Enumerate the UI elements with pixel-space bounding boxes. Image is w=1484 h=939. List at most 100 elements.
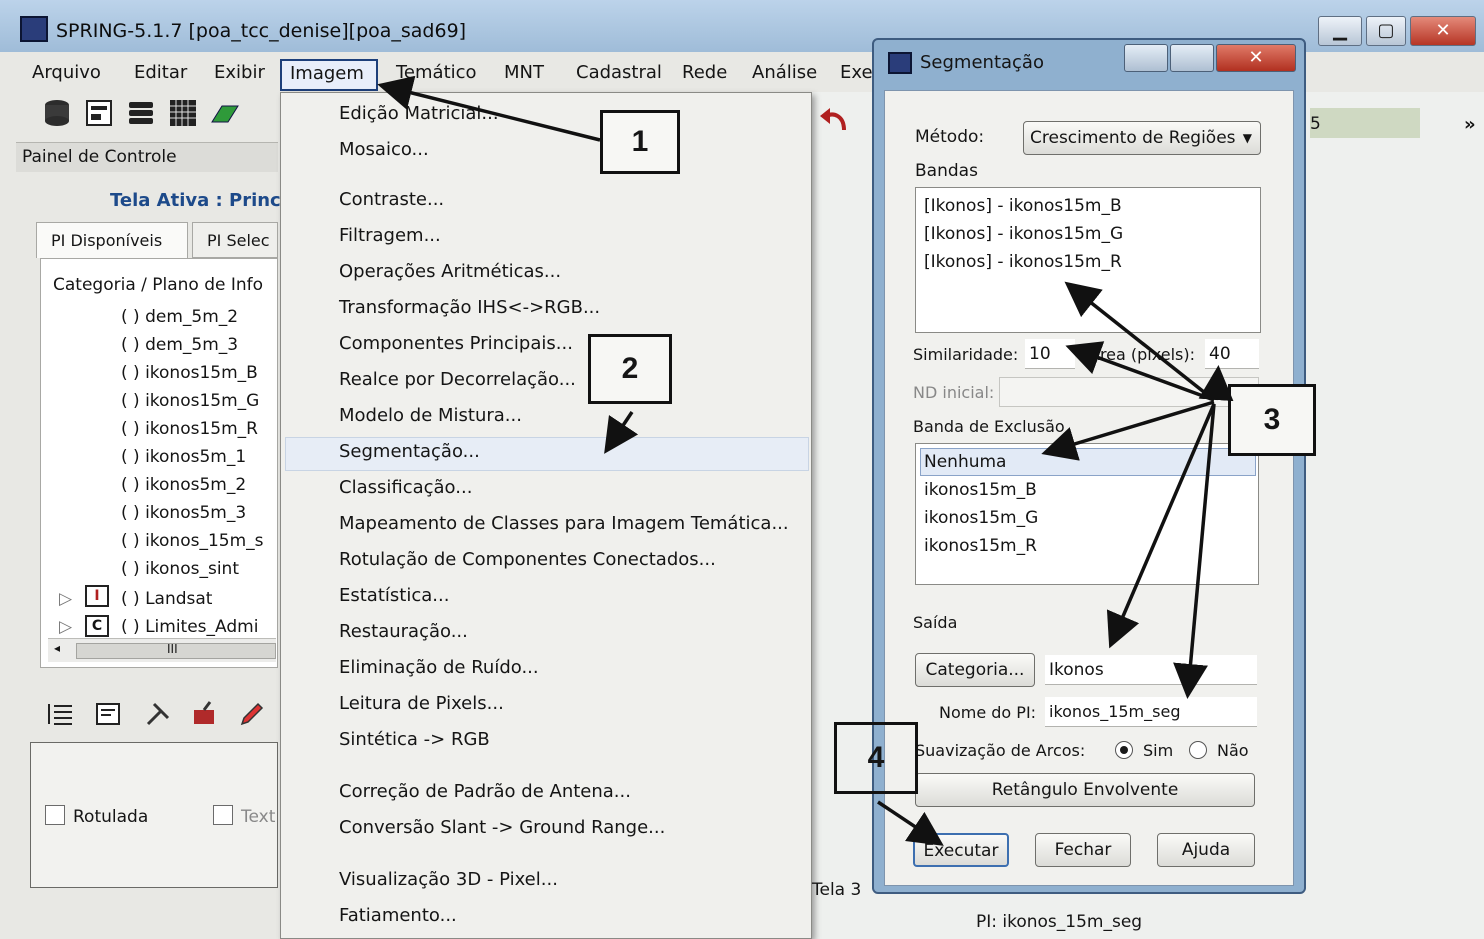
menu-rede[interactable]: Rede [682,62,727,83]
menu-item-contraste[interactable]: Contraste... [339,189,444,210]
menu-item-realce-decorrelacao[interactable]: Realce por Decorrelação... [339,369,576,390]
menu-exe[interactable]: Exe [840,62,873,83]
horizontal-scrollbar[interactable]: ◂ III [48,638,276,662]
menu-item-sintetica-rgb[interactable]: Sintética -> RGB [339,729,490,750]
dialog-minimize-button[interactable] [1124,44,1168,72]
menu-cadastral[interactable]: Cadastral [576,62,662,83]
area-label: Área (pixels): [1089,345,1195,364]
tree-item[interactable]: ( ) dem_5m_2 [121,307,238,327]
app-icon [20,16,48,42]
tree-category[interactable]: ( ) Limites_Admi [121,617,258,637]
list-item[interactable]: [Ikonos] - ikonos15m_R [924,252,1122,272]
list-icon[interactable] [46,700,74,728]
retangulo-envolvente-button[interactable]: Retângulo Envolvente [915,773,1255,807]
radio-nao[interactable] [1189,741,1207,759]
area-input[interactable]: 40 [1205,339,1259,369]
tree-category[interactable]: ( ) Landsat [121,589,212,609]
menu-item-edicao-matricial[interactable]: Edição Matricial... [339,103,499,124]
menu-item-conversao-slant[interactable]: Conversão Slant -> Ground Range... [339,817,665,838]
categoria-button[interactable]: Categoria... [915,653,1035,687]
tab-pi-selecionados[interactable]: PI Selec [192,222,278,258]
texto-checkbox[interactable] [213,805,233,825]
menu-mnt[interactable]: MNT [504,62,544,83]
grid-icon[interactable] [168,98,198,128]
screen-tab[interactable]: Tela 3 [812,880,861,900]
menu-tematico[interactable]: Temático [396,62,477,83]
list-item[interactable]: ikonos15m_R [924,536,1037,556]
tree-item[interactable]: ( ) dem_5m_3 [121,335,238,355]
tree-item[interactable]: ( ) ikonos15m_B [121,363,258,383]
undo-icon[interactable] [818,104,850,136]
toolbar-strip-value: 5 [1310,114,1321,134]
ajuda-button[interactable]: Ajuda [1157,833,1255,867]
dialog-close-button[interactable]: ✕ [1216,44,1296,72]
similaridade-input[interactable]: 10 [1025,339,1075,369]
dialog-maximize-button[interactable] [1170,44,1214,72]
list-item[interactable]: [Ikonos] - ikonos15m_B [924,196,1122,216]
list-item[interactable]: ikonos15m_B [924,480,1037,500]
executar-button[interactable]: Executar [913,833,1009,867]
tools-icon[interactable] [144,700,172,728]
metodo-select[interactable]: Crescimento de Regiões ▼ [1023,121,1261,155]
menu-editar[interactable]: Editar [134,62,187,83]
menu-item-mapeamento-classes[interactable]: Mapeamento de Classes para Imagem Temáti… [339,513,789,534]
menu-arquivo[interactable]: Arquivo [32,62,101,83]
menubar: Arquivo Editar Exibir Imagem Temático MN… [16,56,876,94]
project-icon[interactable] [84,98,114,128]
callout-3: 3 [1228,384,1316,456]
menu-item-eliminacao-ruido[interactable]: Eliminação de Ruído... [339,657,539,678]
maximize-button[interactable]: ▢ [1366,16,1406,46]
database-icon[interactable] [42,98,72,128]
menu-imagem[interactable]: Imagem [280,59,378,91]
menu-item-operacoes-aritmeticas[interactable]: Operações Aritméticas... [339,261,561,282]
plane-icon[interactable] [210,98,240,128]
scroll-left-icon[interactable]: ◂ [54,641,60,655]
tree-item[interactable]: ( ) ikonos_15m_s [121,531,264,551]
pencil-icon[interactable] [238,700,266,728]
menu-item-restauracao[interactable]: Restauração... [339,621,468,642]
tree-item[interactable]: ( ) ikonos15m_R [121,419,258,439]
menu-item-classificacao[interactable]: Classificação... [339,477,472,498]
expand-icon[interactable]: ▷ [59,617,72,637]
tab-pi-disponiveis[interactable]: PI Disponíveis [36,222,188,258]
menu-item-transformacao-ihs[interactable]: Transformação IHS<->RGB... [339,297,600,318]
menu-item-estatistica[interactable]: Estatística... [339,585,449,606]
tree-item[interactable]: ( ) ikonos5m_2 [121,475,246,495]
layers-icon[interactable] [126,98,156,128]
paint-icon[interactable] [190,700,218,728]
rotulada-checkbox[interactable] [45,805,65,825]
toolbar-overflow-icon[interactable]: » [1464,114,1476,135]
exclusao-label: Banda de Exclusão [913,417,1065,436]
menu-item-filtragem[interactable]: Filtragem... [339,225,441,246]
menu-item-componentes-principais[interactable]: Componentes Principais... [339,333,573,354]
menu-item-correcao-antena[interactable]: Correção de Padrão de Antena... [339,781,631,802]
close-button[interactable]: ✕ [1410,16,1476,46]
properties-icon[interactable] [94,700,122,728]
menu-item-mosaico[interactable]: Mosaico... [339,139,429,160]
tree-item[interactable]: ( ) ikonos_sint [121,559,239,579]
fechar-button[interactable]: Fechar [1035,833,1131,867]
toolbar-strip [1310,108,1420,138]
tree-item[interactable]: ( ) ikonos15m_G [121,391,259,411]
bandas-label: Bandas [915,161,978,181]
texto-label: Text [241,807,276,827]
list-item-selected[interactable]: Nenhuma [924,452,1006,472]
menu-item-modelo-mistura[interactable]: Modelo de Mistura... [339,405,522,426]
tree-item[interactable]: ( ) ikonos5m_3 [121,503,246,523]
expand-icon[interactable]: ▷ [59,589,72,609]
list-item[interactable]: [Ikonos] - ikonos15m_G [924,224,1123,244]
radio-sim[interactable] [1115,741,1133,759]
menu-exibir[interactable]: Exibir [214,62,265,83]
menu-item-fatiamento[interactable]: Fatiamento... [339,905,457,926]
list-item[interactable]: ikonos15m_G [924,508,1038,528]
tree-item[interactable]: ( ) ikonos5m_1 [121,447,246,467]
menu-item-segmentacao[interactable]: Segmentação... [339,441,480,462]
nd-inicial-input[interactable] [999,377,1259,407]
menu-item-rotulacao-componentes[interactable]: Rotulação de Componentes Conectados... [339,549,716,570]
nome-pi-input[interactable]: ikonos_15m_seg [1045,697,1257,727]
menu-item-visualizacao-3d[interactable]: Visualização 3D - Pixel... [339,869,558,890]
menu-item-leitura-pixels[interactable]: Leitura de Pixels... [339,693,504,714]
menu-analise[interactable]: Análise [752,62,817,83]
minimize-button[interactable]: ▁ [1318,16,1362,46]
scrollbar-thumb[interactable]: III [76,642,276,659]
